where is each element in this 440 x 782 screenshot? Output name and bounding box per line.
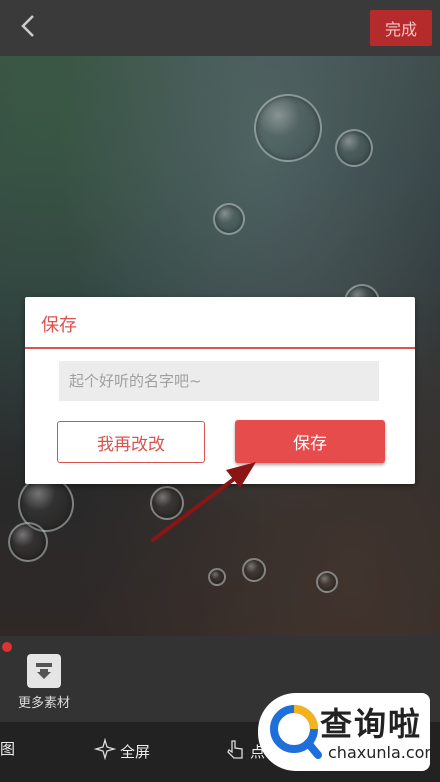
tap-icon [224, 738, 246, 764]
dialog-title: 保存 [41, 315, 77, 336]
tab-label: 图 [0, 740, 16, 758]
watermark-cn-text: 查询啦 [320, 705, 423, 743]
back-button[interactable] [10, 10, 46, 46]
chevron-left-icon [18, 13, 38, 43]
dialog-divider [25, 347, 415, 349]
top-bar: 完成 [0, 0, 440, 56]
notification-dot [2, 642, 12, 652]
edit-again-button[interactable]: 我再改改 [57, 421, 205, 463]
magnifier-logo-icon [270, 705, 322, 759]
watermark-en-text: chaxunla.com [328, 743, 440, 762]
more-materials-button[interactable]: 更多素材 [12, 654, 76, 711]
done-button[interactable]: 完成 [370, 10, 432, 46]
tab-fullscreen[interactable]: 全屏 [93, 737, 151, 764]
save-dialog: 保存 我再改改 保存 [25, 297, 415, 484]
name-input[interactable] [59, 361, 379, 401]
sparkle-icon [93, 737, 117, 764]
download-icon [27, 654, 61, 688]
save-button[interactable]: 保存 [235, 420, 385, 463]
watermark-logo: 查询啦 chaxunla.com [258, 693, 440, 771]
tab-label: 全屏 [120, 742, 151, 761]
tab-image[interactable]: 图 [0, 738, 15, 759]
more-materials-label: 更多素材 [17, 696, 70, 711]
